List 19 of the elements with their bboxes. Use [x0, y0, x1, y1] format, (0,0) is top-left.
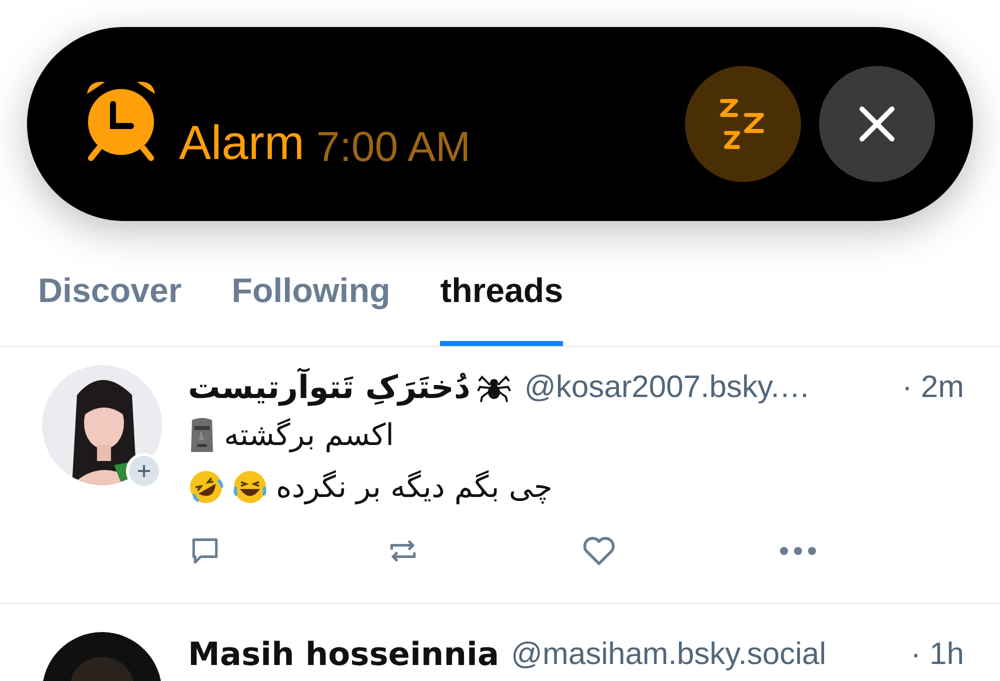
laughing-face-icon	[188, 469, 224, 505]
post-text: چی بگم دیگه بر نگرده	[276, 468, 552, 506]
feed-tab[interactable]: threads	[440, 266, 564, 346]
laughing-face-icon	[232, 469, 268, 505]
close-icon	[858, 105, 896, 143]
author-handle: @kosar2007.bsky.…	[524, 368, 810, 406]
alarm-time: 7:00 AM	[316, 122, 470, 172]
author-name: دُختَرَکِ تَتوآرتیست	[188, 366, 470, 408]
stone-head-icon	[188, 416, 216, 454]
author-handle: @masiham.bsky.social	[511, 634, 826, 673]
author-name: Masih hosseinnia	[188, 634, 500, 675]
alarm-label: Alarm	[179, 116, 304, 172]
plus-icon	[137, 464, 151, 478]
feed-tab[interactable]: Discover	[38, 266, 182, 346]
post-time: · 1h	[910, 634, 964, 673]
post-text: اکسم برگشته	[224, 416, 394, 454]
post-time: · 2m	[902, 368, 964, 406]
more-icon[interactable]	[778, 546, 818, 556]
feed-tab[interactable]: Following	[232, 266, 390, 346]
